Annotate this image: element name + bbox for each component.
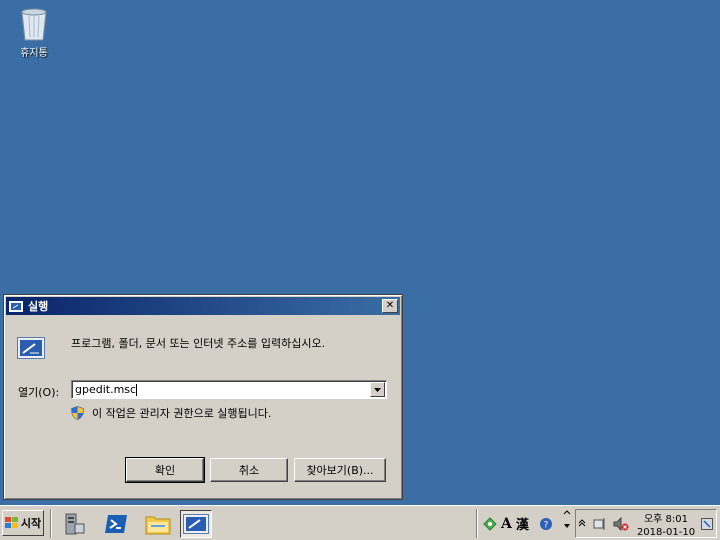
run-large-icon (17, 337, 45, 362)
recycle-bin-icon (21, 8, 47, 41)
ime-options-icon[interactable] (563, 510, 571, 533)
explorer-button[interactable] (142, 510, 174, 538)
browse-button[interactable]: 찾아보기(B)... (294, 458, 386, 482)
dialog-title: 실행 (28, 300, 49, 313)
run-icon (9, 299, 25, 313)
open-combobox[interactable]: gpedit.msc (71, 380, 387, 399)
windows-logo-icon (4, 517, 18, 528)
server-manager-icon (65, 513, 85, 535)
close-icon: ✕ (385, 300, 395, 311)
text-caret (136, 384, 138, 396)
ime-tool-icon (483, 516, 497, 531)
ime-hanja[interactable]: 漢 (516, 514, 529, 533)
ok-button[interactable]: 확인 (125, 457, 205, 483)
recycle-bin-label: 휴지통 (20, 48, 48, 59)
server-manager-button[interactable] (58, 510, 90, 538)
admin-note: 이 작업은 관리자 권한으로 실행됩니다. (71, 405, 271, 421)
clock-date: 2018-01-10 (636, 527, 696, 538)
dialog-titlebar[interactable]: 실행 ✕ (6, 297, 400, 315)
show-desktop-icon[interactable] (701, 518, 713, 530)
clock[interactable]: 오후 8:01 2018-01-10 (636, 513, 696, 539)
powershell-button[interactable] (100, 510, 132, 538)
run-dialog: 실행 ✕ 프로그램, 폴더, 문서 또는 인터넷 주소를 입력하십시오. 열기(… (3, 294, 403, 500)
start-label: 시작 (20, 517, 42, 530)
uac-shield-icon (71, 406, 84, 420)
open-input[interactable]: gpedit.msc (72, 383, 370, 396)
volume-muted-icon[interactable] (613, 517, 629, 531)
dropdown-button[interactable] (370, 382, 385, 397)
taskbar-divider (476, 509, 478, 538)
action-center-flag-icon[interactable] (593, 517, 607, 531)
run-icon (183, 514, 209, 534)
explorer-folder-icon (145, 516, 171, 535)
notification-area: 오후 8:01 2018-01-10 (575, 509, 717, 538)
taskbar-divider (50, 509, 52, 538)
close-button[interactable]: ✕ (382, 299, 398, 313)
recycle-bin-desktop-icon[interactable]: 휴지통 (10, 6, 58, 59)
ime-bar[interactable]: A 漢 ? (483, 514, 553, 533)
chevron-down-icon (374, 387, 381, 392)
taskbar: 시작 A 漢 ? 오후 8:01 2018-01-10 (0, 505, 720, 540)
run-taskbar-button[interactable] (180, 510, 212, 538)
start-button[interactable]: 시작 (2, 510, 44, 536)
open-input-value: gpedit.msc (75, 383, 137, 396)
svg-text:?: ? (544, 520, 549, 530)
powershell-icon (105, 515, 127, 533)
cancel-button[interactable]: 취소 (210, 458, 288, 482)
dialog-prompt: 프로그램, 폴더, 문서 또는 인터넷 주소를 입력하십시오. (71, 337, 326, 350)
clock-time: 오후 8:01 (643, 514, 689, 525)
help-icon[interactable]: ? (539, 517, 553, 531)
ime-mode-alpha[interactable]: A (501, 516, 512, 532)
open-label: 열기(O): (18, 386, 60, 399)
show-hidden-icons-icon[interactable] (578, 519, 586, 530)
admin-note-text: 이 작업은 관리자 권한으로 실행됩니다. (92, 407, 272, 420)
